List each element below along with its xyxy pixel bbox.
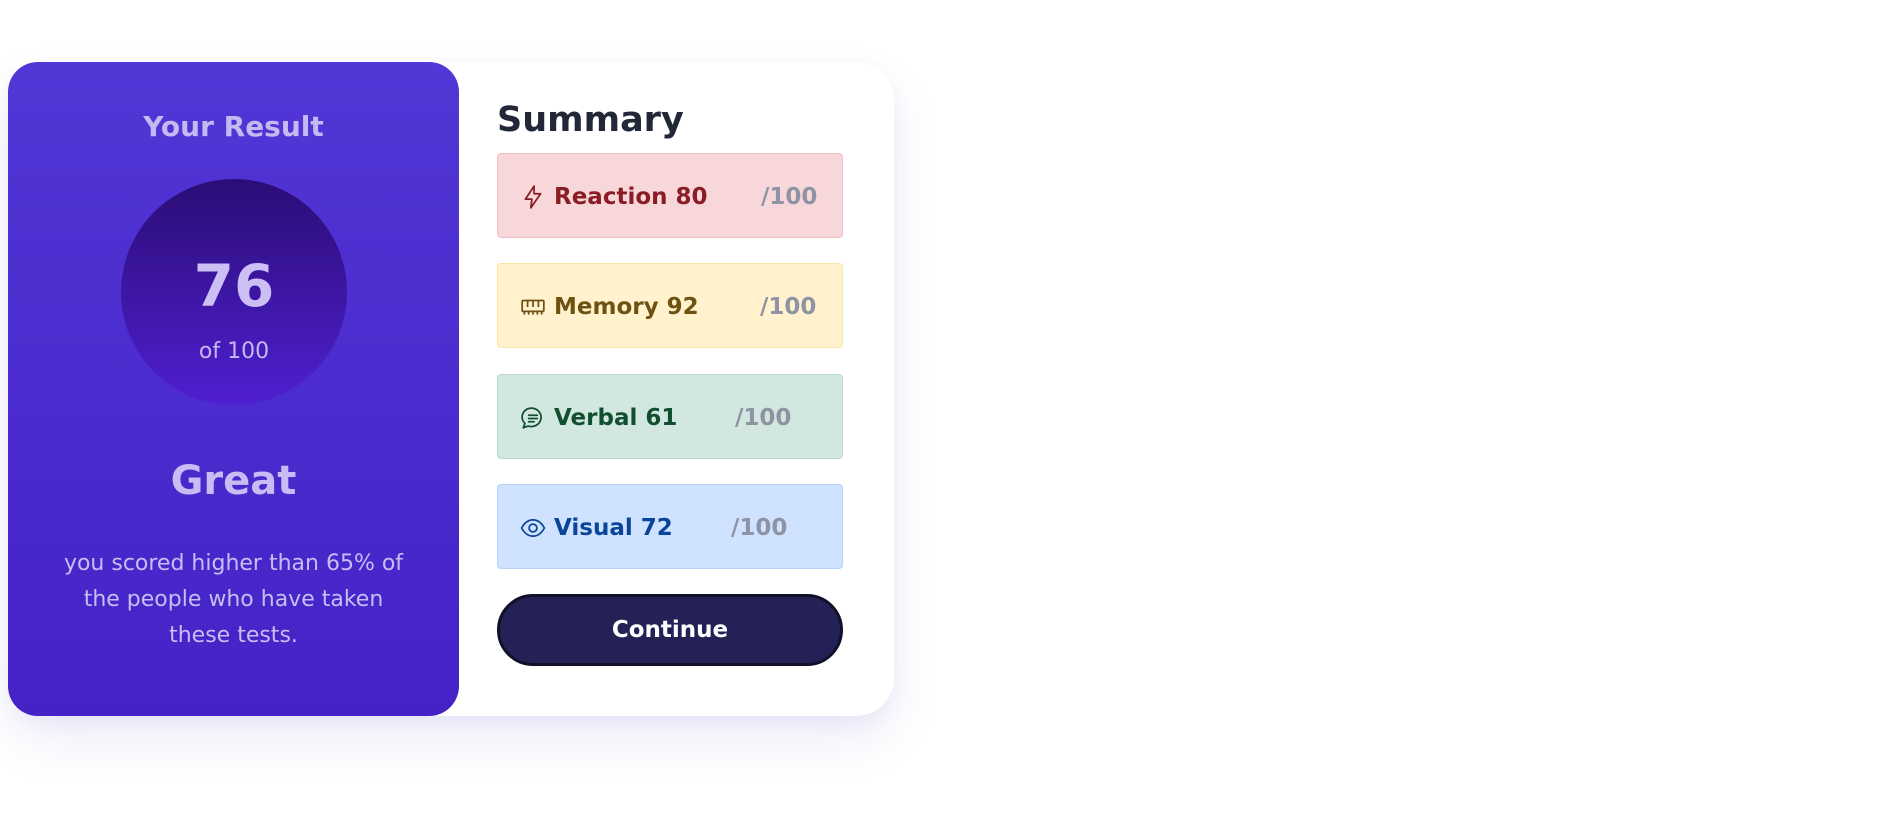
visual-score-label: Visual 72 [554,515,673,541]
chat-bubble-icon [521,407,542,429]
score-circle: 76 of 100 [121,179,347,405]
memory-score-label: Memory 92 [554,294,699,320]
reaction-max-label: /100 [761,184,818,210]
result-title: Your Result [143,110,324,143]
memory-max-label: /100 [760,294,817,320]
lightning-icon [524,185,542,209]
memory-chip-icon [521,299,545,315]
eye-icon [520,519,546,537]
results-card: Your Result 76 of 100 Great you scored h… [8,62,894,716]
continue-button[interactable]: Continue [497,594,843,666]
result-description: you scored higher than 65% of the people… [63,551,404,648]
summary-panel: Summary Reaction 80 /100 Memory 92 /100 … [497,62,847,716]
reaction-score-label: Reaction 80 [554,184,708,210]
summary-row-verbal: Verbal 61 /100 [497,374,843,459]
score-value: 76 [193,252,275,320]
verbal-score-label: Verbal 61 [554,405,678,431]
summary-title: Summary [497,100,684,140]
verbal-max-label: /100 [735,405,792,431]
summary-row-memory: Memory 92 /100 [497,263,843,348]
visual-max-label: /100 [731,515,788,541]
summary-row-visual: Visual 72 /100 [497,484,843,569]
rating-label: Great [170,458,297,504]
result-panel: Your Result 76 of 100 Great you scored h… [8,62,459,716]
score-max-label: of 100 [198,339,270,364]
summary-row-reaction: Reaction 80 /100 [497,153,843,238]
